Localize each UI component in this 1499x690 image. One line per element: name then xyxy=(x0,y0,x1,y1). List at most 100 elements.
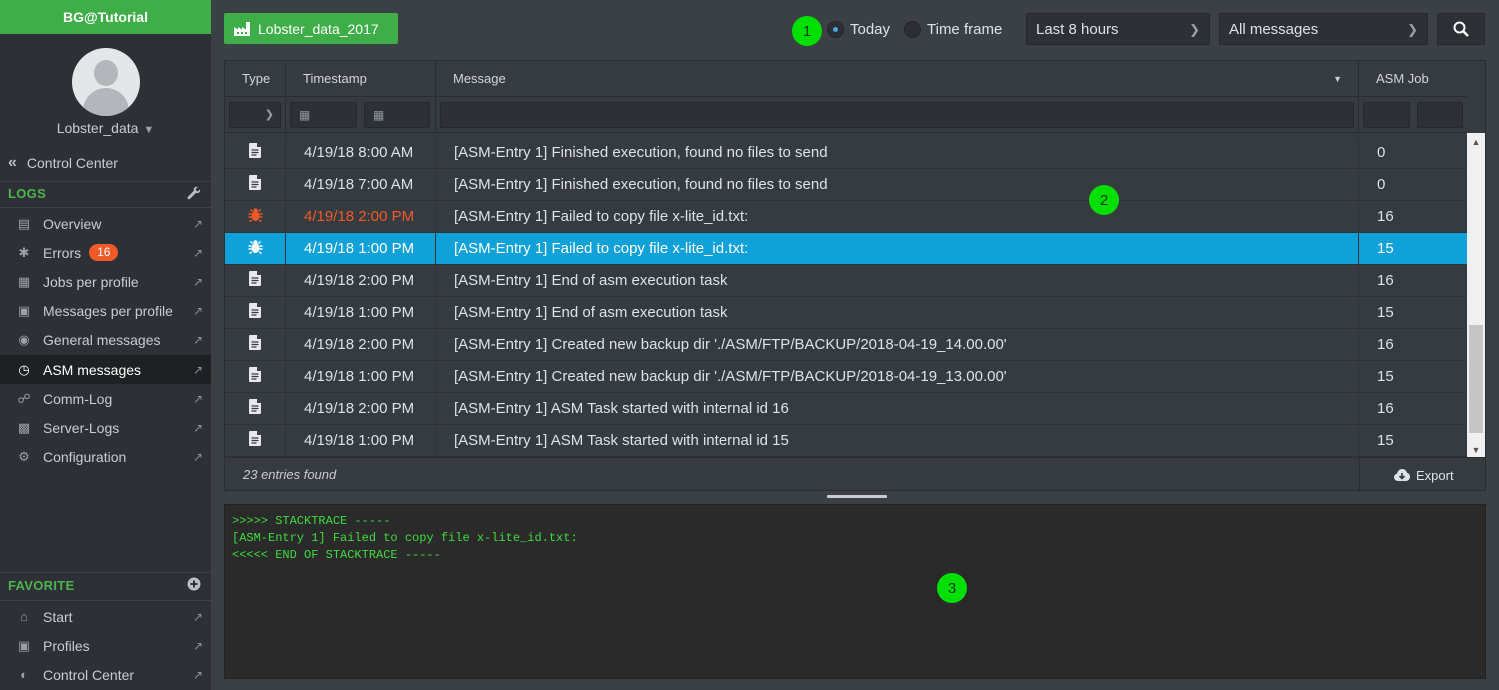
app-title: BG@Tutorial xyxy=(0,0,211,34)
table-footer: 23 entries found Export xyxy=(225,457,1487,492)
external-link-icon[interactable]: ↗ xyxy=(193,246,203,260)
row-asm-job: 15 xyxy=(1377,368,1394,385)
messages-table: Type Timestamp Message ▼ ASM Job ❯ ▦ ▦ 4… xyxy=(224,60,1487,492)
bug-icon xyxy=(248,239,263,258)
table-row[interactable]: 4/19/18 7:00 AM [ASM-Entry 1] Finished ex… xyxy=(225,169,1467,201)
document-icon xyxy=(249,175,261,194)
row-asm-job: 16 xyxy=(1377,336,1394,353)
errors-count-badge: 16 xyxy=(89,244,119,262)
sidebar-item-errors[interactable]: ✱ Errors 16 ↗ xyxy=(0,238,211,267)
row-message: [ASM-Entry 1] Created new backup dir './… xyxy=(436,329,1359,360)
row-asm-job: 16 xyxy=(1377,272,1394,289)
profile-button[interactable]: Lobster_data_2017 xyxy=(224,13,398,44)
sort-caret-icon[interactable]: ▼ xyxy=(1333,74,1342,84)
external-link-icon[interactable]: ↗ xyxy=(193,450,203,464)
table-row[interactable]: 4/19/18 1:00 PM [ASM-Entry 1] Failed to c… xyxy=(225,233,1467,265)
chevron-down-icon: ❯ xyxy=(1189,22,1200,37)
radio-today-label[interactable]: Today xyxy=(850,21,890,38)
row-message: [ASM-Entry 1] Created new backup dir './… xyxy=(436,361,1359,392)
row-type-cell xyxy=(225,233,286,264)
logs-section-title: LOGS xyxy=(8,186,47,201)
chip-icon: ▣ xyxy=(17,303,31,319)
scroll-down-arrow-icon[interactable]: ▼ xyxy=(1467,445,1485,455)
panel-resize-handle[interactable] xyxy=(827,495,887,498)
table-row[interactable]: 4/19/18 2:00 PM [ASM-Entry 1] ASM Task st… xyxy=(225,393,1467,425)
document-icon: ▤ xyxy=(17,215,31,231)
scroll-up-arrow-icon[interactable]: ▲ xyxy=(1467,137,1485,147)
row-message: [ASM-Entry 1] ASM Task started with inte… xyxy=(436,425,1359,456)
column-asm-job[interactable]: ASM Job xyxy=(1359,61,1467,96)
table-row[interactable]: 4/19/18 8:00 AM [ASM-Entry 1] Finished ex… xyxy=(225,137,1467,169)
message-filter-input[interactable] xyxy=(440,101,1354,128)
row-message: [ASM-Entry 1] End of asm execution task xyxy=(436,297,1359,328)
column-message[interactable]: Message ▼ xyxy=(436,61,1359,96)
sidebar-item-jobs-per-profile[interactable]: ▦ Jobs per profile ↗ xyxy=(0,267,211,296)
message-type-select[interactable]: All messages ❯ xyxy=(1219,13,1428,45)
row-timestamp: 4/19/18 7:00 AM xyxy=(286,169,436,200)
table-scrollbar[interactable]: ▲ ▼ xyxy=(1467,133,1485,457)
table-row[interactable]: 4/19/18 1:00 PM [ASM-Entry 1] End of asm … xyxy=(225,297,1467,329)
user-menu[interactable]: Lobster_data ▼ xyxy=(0,120,211,136)
sidebar-item-start[interactable]: ⌂ Start ↗ xyxy=(0,602,211,631)
external-link-icon[interactable]: ↗ xyxy=(193,217,203,231)
table-row[interactable]: 4/19/18 2:00 PM [ASM-Entry 1] End of asm … xyxy=(225,265,1467,297)
add-favorite-icon[interactable] xyxy=(187,577,201,594)
sidebar-item-messages-per-profile[interactable]: ▣ Messages per profile ↗ xyxy=(0,297,211,326)
external-link-icon[interactable]: ↗ xyxy=(193,392,203,406)
time-range-select[interactable]: Last 8 hours ❯ xyxy=(1026,13,1210,45)
radio-time-frame-label[interactable]: Time frame xyxy=(927,21,1002,38)
chart-icon: ▦ xyxy=(17,273,31,289)
date-to-input[interactable]: ▦ xyxy=(364,101,430,128)
sidebar-item-comm-log[interactable]: ☍ Comm-Log ↗ xyxy=(0,384,211,413)
row-asm-job: 0 xyxy=(1377,176,1386,193)
bug-icon: ✱ xyxy=(18,244,30,260)
external-link-icon[interactable]: ↗ xyxy=(193,639,203,653)
sidebar-item-general-messages[interactable]: ◉ General messages ↗ xyxy=(0,326,211,355)
control-center-link[interactable]: « Control Center xyxy=(8,154,118,172)
wrench-icon[interactable] xyxy=(187,186,201,203)
external-link-icon[interactable]: ↗ xyxy=(193,668,203,682)
row-type-cell xyxy=(225,393,286,424)
search-button[interactable] xyxy=(1437,13,1485,45)
sidebar-item-server-logs[interactable]: ▩ Server-Logs ↗ xyxy=(0,413,211,442)
column-timestamp[interactable]: Timestamp xyxy=(286,61,436,96)
row-timestamp: 4/19/18 2:00 PM xyxy=(286,329,436,360)
table-row[interactable]: 4/19/18 1:00 PM [ASM-Entry 1] Created new… xyxy=(225,361,1467,393)
radio-today[interactable] xyxy=(827,21,844,38)
export-button[interactable]: Export xyxy=(1359,458,1467,492)
row-message: [ASM-Entry 1] End of asm execution task xyxy=(436,265,1359,296)
row-type-cell xyxy=(225,137,286,168)
filter-row: ❯ ▦ ▦ xyxy=(225,97,1467,133)
external-link-icon[interactable]: ↗ xyxy=(193,610,203,624)
asm-job-to-input[interactable] xyxy=(1416,101,1463,128)
type-filter-select[interactable]: ❯ xyxy=(229,101,281,128)
table-row[interactable]: 4/19/18 2:00 PM [ASM-Entry 1] Created new… xyxy=(225,329,1467,361)
date-from-input[interactable]: ▦ xyxy=(290,101,357,128)
asm-job-from-input[interactable] xyxy=(1363,101,1410,128)
scrollbar-thumb[interactable] xyxy=(1469,325,1483,433)
external-link-icon[interactable]: ↗ xyxy=(193,304,203,318)
table-row[interactable]: 4/19/18 1:00 PM [ASM-Entry 1] ASM Task st… xyxy=(225,425,1467,457)
sidebar-item-asm-messages[interactable]: ◷ ASM messages ↗ xyxy=(0,354,211,385)
external-link-icon[interactable]: ↗ xyxy=(193,275,203,289)
document-icon xyxy=(249,303,261,322)
annotation-marker-2: 2 xyxy=(1089,185,1119,215)
row-message: [ASM-Entry 1] Failed to copy file x-lite… xyxy=(436,201,1359,232)
logs-nav: ▤ Overview ↗ ✱ Errors 16 ↗ ▦ Jobs per pr… xyxy=(0,209,211,472)
document-icon xyxy=(249,335,261,354)
file-icon: ▩ xyxy=(17,419,31,435)
sidebar-item-control-center[interactable]: ◐ Control Center ↗ xyxy=(0,660,211,689)
sidebar-item-profiles[interactable]: ▣ Profiles ↗ xyxy=(0,631,211,660)
sidebar-item-configuration[interactable]: ⚙ Configuration ↗ xyxy=(0,443,211,472)
external-link-icon[interactable]: ↗ xyxy=(193,421,203,435)
table-row[interactable]: 4/19/18 2:00 PM [ASM-Entry 1] Failed to c… xyxy=(225,201,1467,233)
radio-time-frame[interactable] xyxy=(904,21,921,38)
external-link-icon[interactable]: ↗ xyxy=(193,363,203,377)
row-type-cell xyxy=(225,265,286,296)
row-message: [ASM-Entry 1] Finished execution, found … xyxy=(436,169,1359,200)
external-link-icon[interactable]: ↗ xyxy=(193,333,203,347)
avatar[interactable] xyxy=(72,48,140,116)
sidebar-item-overview[interactable]: ▤ Overview ↗ xyxy=(0,209,211,238)
column-type[interactable]: Type xyxy=(225,61,286,96)
document-icon xyxy=(249,431,261,450)
